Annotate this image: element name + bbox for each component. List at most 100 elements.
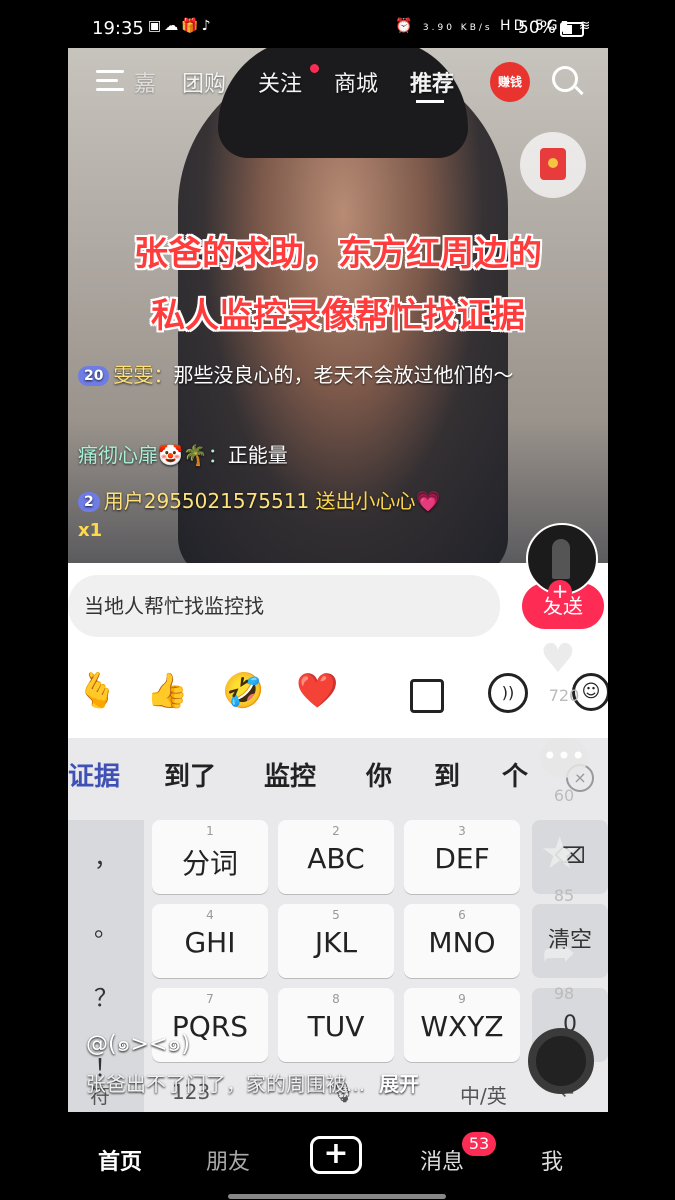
- earn-money-icon[interactable]: 赚钱: [490, 62, 530, 102]
- chat-text: 那些没良心的，老天不会放过他们的～: [173, 363, 514, 387]
- chat-text: 正能量: [227, 443, 288, 467]
- gift-text: 送出小心心💗: [315, 489, 441, 513]
- music-disc-icon[interactable]: [528, 1028, 594, 1094]
- key-label: JKL: [314, 926, 358, 959]
- video-title-line2: 私人监控录像帮忙找证据: [151, 296, 525, 336]
- emoji-thumbs-up[interactable]: 👍: [146, 671, 188, 711]
- key-label: WXYZ: [420, 1010, 504, 1043]
- comment-input[interactable]: 当地人帮忙找监控找: [68, 575, 500, 637]
- video-title-line1: 张爸的求助，东方红周边的: [134, 234, 542, 274]
- caption-text: 张爸出不了门了，家的周围被...: [86, 1072, 366, 1096]
- candidate-word[interactable]: 个: [502, 756, 528, 793]
- nav-me[interactable]: 我: [541, 1144, 563, 1176]
- chat-message: 痛彻心扉🤡🌴：正能量: [78, 440, 288, 470]
- tab-partial[interactable]: 嘉: [134, 66, 156, 98]
- gift-count: x1: [78, 520, 103, 541]
- nav-home[interactable]: 首页: [98, 1144, 142, 1176]
- punct-key[interactable]: ，: [68, 838, 144, 873]
- top-nav: 嘉 团购 关注 商城 推荐 赚钱: [68, 58, 608, 108]
- comment-input-panel: 当地人帮忙找监控找 发送 🫰 👍 🤣 ❤️ )) ☺: [68, 563, 608, 738]
- like-heart-icon[interactable]: ♥: [540, 636, 576, 682]
- favorite-count: 85: [553, 886, 575, 905]
- key-label: 分词: [181, 847, 238, 880]
- candidate-word[interactable]: 到: [434, 756, 460, 793]
- chat-username[interactable]: 雯雯：: [113, 363, 173, 387]
- tab-following[interactable]: 关注: [258, 66, 302, 98]
- video-frame[interactable]: 嘉 团购 关注 商城 推荐 赚钱 张爸的求助，东方红周边的 私人监控录像帮忙找证…: [68, 48, 608, 1112]
- candidate-word[interactable]: 监控: [264, 756, 316, 793]
- notification-icons: ▣☁🎁♪: [148, 18, 214, 34]
- tab-recommend[interactable]: 推荐: [410, 66, 454, 98]
- create-button[interactable]: +: [310, 1136, 362, 1174]
- fan-level-badge: 20: [78, 366, 110, 386]
- bottom-nav: 首页 朋友 + 消息 53 我: [0, 1112, 675, 1200]
- key-number: 7: [206, 992, 214, 1006]
- share-arrow-icon[interactable]: ➦: [542, 930, 576, 976]
- chat-username[interactable]: 痛彻心扉🤡🌴：: [78, 443, 228, 467]
- following-dot: [310, 64, 319, 73]
- nav-friends[interactable]: 朋友: [206, 1144, 250, 1176]
- key-label: GHI: [184, 926, 236, 959]
- key-label: ABC: [307, 842, 365, 875]
- comment-icon[interactable]: •••: [540, 738, 588, 778]
- follow-plus-icon[interactable]: +: [548, 580, 572, 604]
- active-tab-underline: [416, 100, 444, 103]
- key-number: 4: [206, 908, 214, 922]
- key-1[interactable]: 1 分词: [152, 820, 268, 894]
- chat-username[interactable]: 用户2955021575511: [104, 489, 309, 513]
- share-count: 98: [553, 984, 575, 1003]
- candidate-word[interactable]: 证据: [68, 756, 120, 793]
- punct-key[interactable]: 。: [68, 908, 144, 943]
- expand-link[interactable]: 展开: [379, 1072, 419, 1096]
- post-caption: 张爸出不了门了，家的周围被... 展开: [86, 1068, 419, 1097]
- home-indicator: [228, 1194, 446, 1199]
- fan-level-badge: 2: [78, 492, 100, 512]
- lang-switch-key[interactable]: 中/英: [460, 1080, 507, 1109]
- favorite-star-icon[interactable]: ★: [540, 828, 579, 879]
- key-label: TUV: [307, 1010, 365, 1043]
- status-time: 19:35: [92, 18, 144, 39]
- key-4[interactable]: 4 GHI: [152, 904, 268, 978]
- red-packet-icon: [540, 148, 566, 180]
- tab-groupbuy[interactable]: 团购: [182, 66, 226, 98]
- key-3[interactable]: 3 DEF: [404, 820, 520, 894]
- chat-message: 20 雯雯：那些没良心的，老天不会放过他们的～: [78, 360, 518, 390]
- nav-messages[interactable]: 消息: [420, 1144, 464, 1176]
- voice-input-icon[interactable]: )): [488, 673, 528, 713]
- punct-key[interactable]: ？: [68, 978, 144, 1013]
- key-number: 3: [458, 824, 466, 838]
- comment-count: 60: [553, 786, 575, 805]
- share-out-icon[interactable]: [410, 679, 444, 713]
- key-6[interactable]: 6 MNO: [404, 904, 520, 978]
- tab-mall[interactable]: 商城: [334, 66, 378, 98]
- key-label: DEF: [434, 842, 490, 875]
- like-count: 720: [548, 686, 580, 705]
- red-packet-button[interactable]: [520, 132, 586, 198]
- status-bar: 19:35 ▣☁🎁♪ ⏰ 3.90 KB/s HD 5G▮ ≋ 50%: [0, 0, 675, 48]
- key-9[interactable]: 9 WXYZ: [404, 988, 520, 1062]
- key-number: 2: [332, 824, 340, 838]
- net-speed: 3.90 KB/s: [422, 23, 493, 33]
- emoji-heart[interactable]: ❤️: [296, 671, 338, 711]
- author-name[interactable]: @(๑><๑): [86, 1026, 190, 1061]
- battery-percent: 50%: [518, 18, 556, 38]
- key-2[interactable]: 2 ABC: [278, 820, 394, 894]
- key-number: 9: [458, 992, 466, 1006]
- chat-message: 2 用户2955021575511 送出小心心💗: [78, 486, 440, 516]
- emoji-laughing[interactable]: 🤣: [222, 671, 264, 711]
- key-number: 1: [206, 824, 214, 838]
- candidate-word[interactable]: 到了: [164, 756, 216, 793]
- key-number: 8: [332, 992, 340, 1006]
- emoji-finger-heart[interactable]: 🫰: [76, 671, 118, 711]
- key-number: 5: [332, 908, 340, 922]
- key-5[interactable]: 5 JKL: [278, 904, 394, 978]
- menu-icon[interactable]: [96, 70, 124, 92]
- candidate-bar: 证据 到了 监控 你 到 个 ×: [68, 738, 608, 808]
- key-number: 6: [458, 908, 466, 922]
- key-label: MNO: [428, 926, 496, 959]
- search-icon[interactable]: [552, 66, 578, 92]
- messages-badge: 53: [462, 1132, 496, 1156]
- candidate-word[interactable]: 你: [366, 756, 392, 793]
- battery-icon: [560, 22, 584, 37]
- key-8[interactable]: 8 TUV: [278, 988, 394, 1062]
